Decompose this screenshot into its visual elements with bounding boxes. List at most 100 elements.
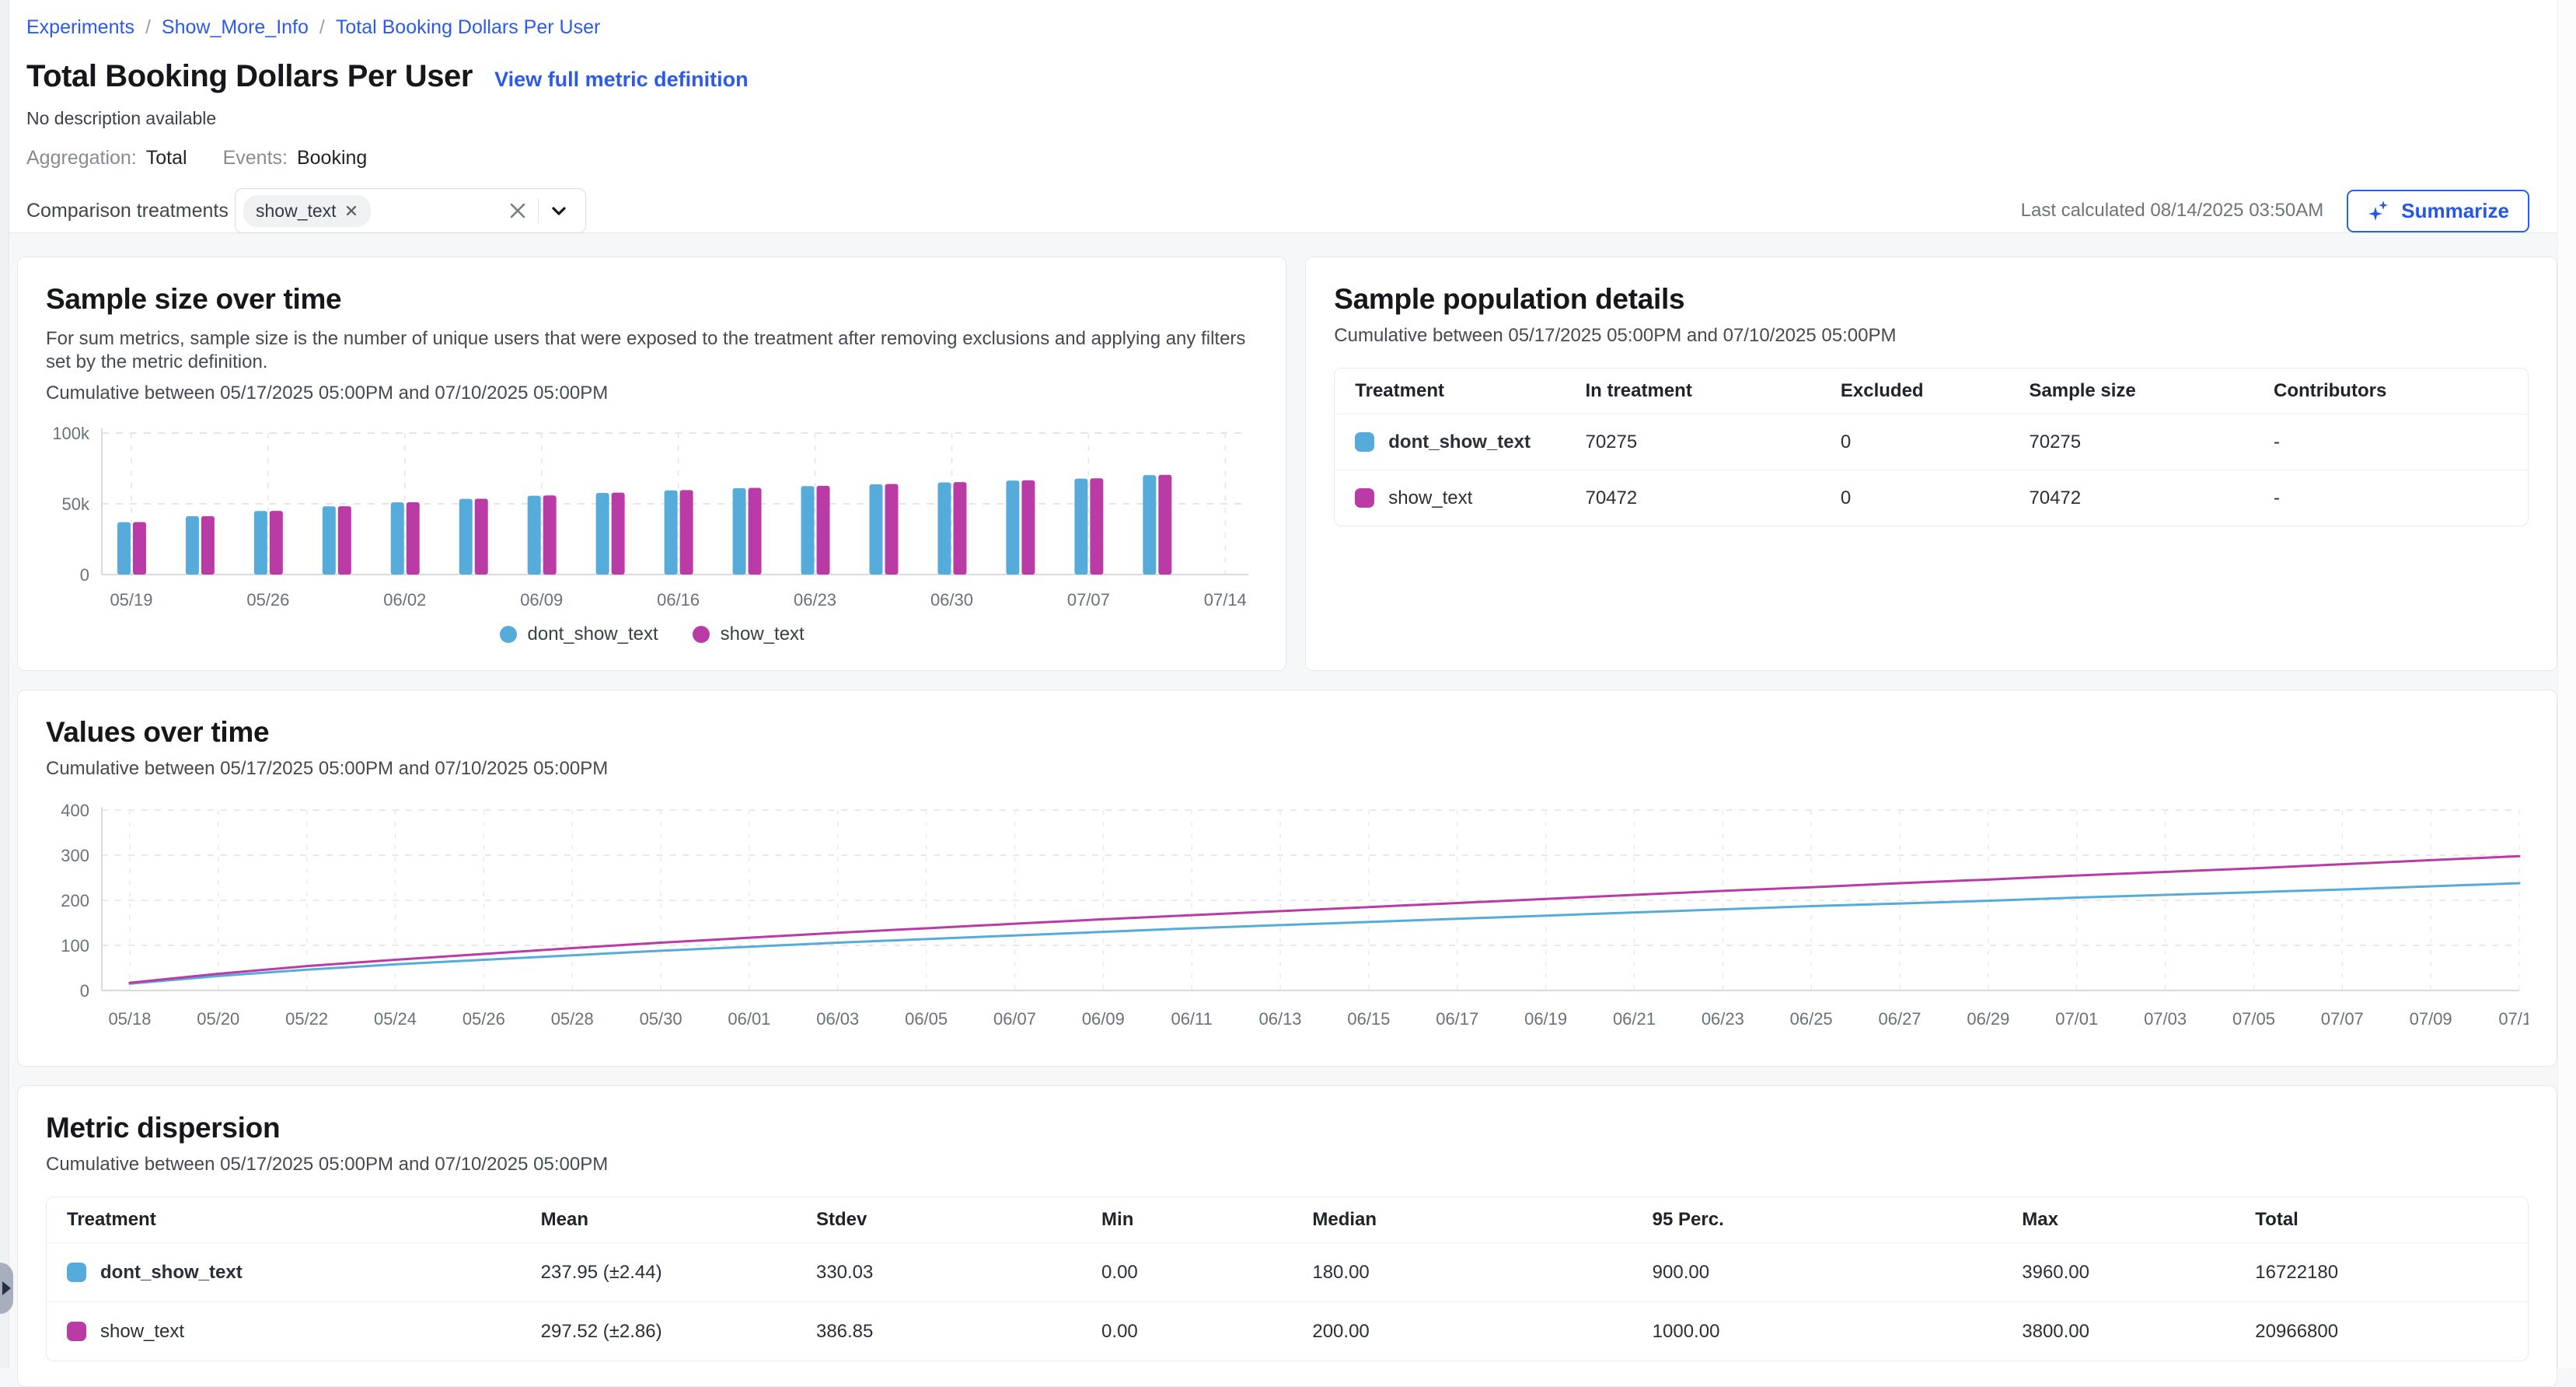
column-header: In treatment — [1565, 380, 1820, 402]
table-cell: 200.00 — [1292, 1321, 1632, 1343]
svg-text:06/23: 06/23 — [794, 590, 836, 610]
sample-size-card: Sample size over time For sum metrics, s… — [17, 257, 1286, 671]
events-value: Booking — [297, 146, 367, 169]
chevron-down-icon[interactable] — [543, 195, 574, 226]
expand-arrow-icon — [2, 1281, 11, 1295]
column-header: Min — [1081, 1209, 1292, 1231]
treatment-color-swatch — [1355, 488, 1374, 508]
treatment-chip[interactable]: show_text — [243, 195, 371, 227]
svg-text:06/21: 06/21 — [1613, 1009, 1656, 1029]
svg-text:06/13: 06/13 — [1259, 1009, 1302, 1029]
treatment-color-swatch — [1355, 432, 1374, 452]
page-scrollbar[interactable] — [2557, 0, 2576, 1368]
svg-text:05/26: 05/26 — [246, 590, 289, 610]
legend-dot-control — [500, 626, 517, 643]
page-title: Total Booking Dollars Per User — [26, 58, 473, 95]
comparison-treatments-select[interactable]: show_text — [235, 188, 586, 233]
table-cell: 0 — [1820, 431, 2009, 453]
aggregation-label: Aggregation: — [26, 146, 137, 169]
sample-population-subtitle: Cumulative between 05/17/2025 05:00PM an… — [1334, 324, 2529, 348]
column-header: Total — [2235, 1209, 2528, 1231]
treatment-cell: dont_show_text — [1335, 431, 1565, 453]
column-header: Mean — [521, 1209, 796, 1231]
column-header: Contributors — [2253, 380, 2528, 402]
values-over-time-title: Values over time — [46, 715, 2529, 749]
svg-text:06/17: 06/17 — [1436, 1009, 1478, 1029]
sample-population-table: TreatmentIn treatmentExcludedSample size… — [1334, 368, 2529, 526]
table-cell: 330.03 — [796, 1262, 1081, 1284]
svg-text:05/24: 05/24 — [374, 1009, 417, 1029]
svg-text:07/05: 07/05 — [2232, 1009, 2275, 1029]
treatment-color-swatch — [67, 1263, 86, 1282]
svg-text:06/30: 06/30 — [930, 590, 973, 610]
summarize-button[interactable]: Summarize — [2347, 190, 2529, 232]
svg-text:06/07: 06/07 — [993, 1009, 1036, 1029]
header-right-group: Last calculated 08/14/2025 03:50AM Summa… — [2021, 190, 2529, 232]
sidebar-expand-button[interactable] — [0, 1263, 13, 1314]
treatment-cell: show_text — [1335, 487, 1565, 509]
svg-text:07/07: 07/07 — [2321, 1009, 2364, 1029]
aggregation-value: Total — [146, 146, 187, 169]
table-cell: 70472 — [2009, 487, 2253, 509]
table-cell: 70472 — [1565, 487, 1820, 509]
table-row: dont_show_text237.95 (±2.44)330.030.0018… — [47, 1242, 2528, 1301]
column-header: Max — [2002, 1209, 2235, 1231]
breadcrumb-experiment-name[interactable]: Show_More_Info — [162, 16, 309, 39]
table-cell: 70275 — [2009, 431, 2253, 453]
table-row: show_text70472070472- — [1335, 470, 2528, 526]
legend-label-test: show_text — [721, 624, 805, 645]
table-header-row: TreatmentIn treatmentExcludedSample size… — [1335, 369, 2528, 414]
metric-dispersion-title: Metric dispersion — [46, 1111, 2529, 1145]
title-row: Total Booking Dollars Per User View full… — [26, 58, 2529, 95]
treatment-cell: show_text — [47, 1321, 521, 1343]
treatment-chip-label: show_text — [256, 201, 337, 222]
table-cell: 70275 — [1565, 431, 1820, 453]
svg-text:06/01: 06/01 — [728, 1009, 770, 1029]
column-header: Stdev — [796, 1209, 1081, 1231]
table-cell: 3800.00 — [2002, 1321, 2235, 1343]
svg-text:05/19: 05/19 — [110, 590, 152, 610]
table-cell: 0.00 — [1081, 1321, 1292, 1343]
treatment-name: show_text — [100, 1321, 184, 1343]
legend-item-control: dont_show_text — [500, 624, 658, 645]
chip-remove-icon[interactable] — [344, 204, 358, 218]
sample-size-description: For sum metrics, sample size is the numb… — [46, 327, 1258, 374]
column-header: 95 Perc. — [1632, 1209, 2002, 1231]
metric-dispersion-card: Metric dispersion Cumulative between 05/… — [17, 1085, 2557, 1387]
svg-text:06/09: 06/09 — [1082, 1009, 1125, 1029]
svg-text:05/26: 05/26 — [462, 1009, 505, 1029]
view-metric-definition-link[interactable]: View full metric definition — [494, 68, 749, 92]
metric-detail-page: Experiments / Show_More_Info / Total Boo… — [9, 0, 2557, 1387]
filter-row: Comparison treatments show_text — [26, 188, 2529, 233]
breadcrumb-experiments[interactable]: Experiments — [26, 16, 134, 39]
content-area: Sample size over time For sum metrics, s… — [9, 233, 2557, 1387]
svg-text:100k: 100k — [52, 424, 90, 443]
last-calculated-text: Last calculated 08/14/2025 03:50AM — [2021, 200, 2324, 222]
clear-selection-icon[interactable] — [502, 195, 533, 226]
svg-text:06/03: 06/03 — [816, 1009, 859, 1029]
svg-text:06/02: 06/02 — [383, 590, 426, 610]
values-over-time-card: Values over time Cumulative between 05/1… — [17, 690, 2557, 1067]
metric-dispersion-subtitle: Cumulative between 05/17/2025 05:00PM an… — [46, 1153, 2529, 1176]
breadcrumb: Experiments / Show_More_Info / Total Boo… — [26, 16, 2529, 39]
svg-text:50k: 50k — [62, 494, 90, 514]
table-cell: 237.95 (±2.44) — [521, 1262, 796, 1284]
sample-population-card: Sample population details Cumulative bet… — [1305, 257, 2557, 671]
svg-text:06/19: 06/19 — [1524, 1009, 1567, 1029]
svg-text:06/16: 06/16 — [657, 590, 700, 610]
values-over-time-subtitle: Cumulative between 05/17/2025 05:00PM an… — [46, 757, 2529, 781]
treatment-cell: dont_show_text — [47, 1262, 521, 1284]
treatment-color-swatch — [67, 1322, 86, 1341]
svg-text:06/11: 06/11 — [1171, 1009, 1213, 1029]
breadcrumb-metric-name[interactable]: Total Booking Dollars Per User — [336, 16, 600, 39]
page-header: Experiments / Show_More_Info / Total Boo… — [9, 0, 2557, 233]
sparkles-icon — [2367, 199, 2390, 222]
svg-text:05/28: 05/28 — [551, 1009, 594, 1029]
breadcrumb-separator: / — [145, 16, 151, 39]
table-cell: 0 — [1820, 487, 2009, 509]
metric-dispersion-table: TreatmentMeanStdevMinMedian95 Perc.MaxTo… — [46, 1197, 2529, 1361]
treatment-name: dont_show_text — [100, 1262, 243, 1284]
column-header: Treatment — [1335, 380, 1565, 402]
sample-size-chart: 050k100k05/1905/2606/0206/0906/1606/2306… — [46, 416, 1258, 613]
svg-text:100: 100 — [61, 936, 89, 956]
